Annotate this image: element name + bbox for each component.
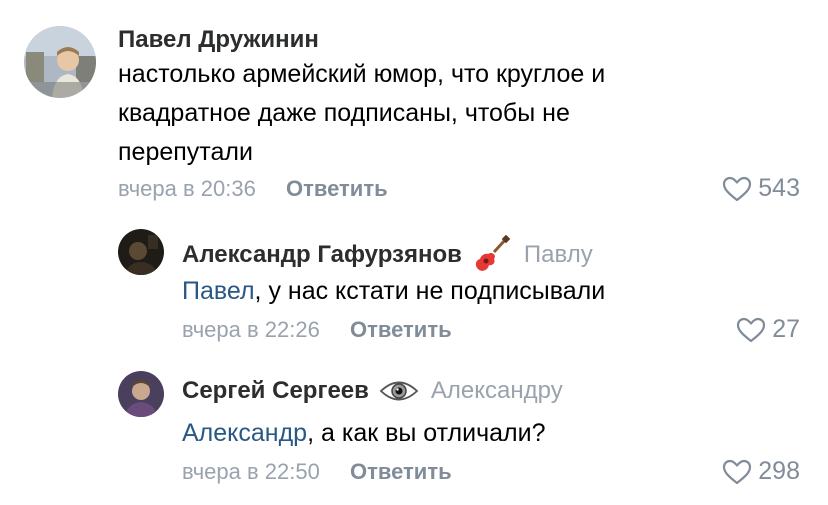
reply-to-name[interactable]: Павлу (524, 241, 593, 269)
comment-text: Павел, у нас кстати не подписывали (182, 272, 605, 311)
guitar-icon (472, 235, 512, 275)
author-name[interactable]: Александр Гафурзянов (182, 241, 462, 269)
comment-time[interactable]: вчера в 20:36 (118, 176, 256, 201)
comment-text: настолько армейский юмор, что круглое и … (118, 55, 758, 172)
mention-link[interactable]: Александр (182, 419, 307, 447)
like-button[interactable]: 27 (736, 315, 800, 344)
comment-text-body: , у нас кстати не подписывали (254, 277, 606, 305)
mention-link[interactable]: Павел (182, 277, 255, 305)
comment-author[interactable]: Александр Гафурзянов Павлу (182, 235, 593, 275)
comment-text: Александр, а как вы отличали? (182, 414, 546, 453)
like-button[interactable]: 543 (722, 174, 800, 203)
heart-outline-icon (736, 317, 766, 343)
like-count: 298 (758, 457, 800, 485)
heart-outline-icon (722, 459, 752, 485)
comment-text-body: , а как вы отличали? (307, 419, 546, 447)
reply-button[interactable]: Ответить (350, 317, 452, 342)
author-name[interactable]: Павел Дружинин (118, 26, 319, 54)
like-button[interactable]: 298 (722, 457, 800, 486)
avatar[interactable] (118, 229, 164, 275)
avatar[interactable] (118, 371, 164, 417)
author-name[interactable]: Сергей Сергеев (182, 377, 369, 405)
like-count: 543 (758, 174, 800, 202)
comment-time[interactable]: вчера в 22:26 (182, 317, 320, 342)
comment-time[interactable]: вчера в 22:50 (182, 459, 320, 484)
comment-meta: вчера в 20:36 Ответить (118, 176, 388, 202)
comment-author[interactable]: Павел Дружинин (118, 26, 319, 54)
comment-text-line: квадратное даже подписаны, чтобы не (118, 99, 570, 127)
reply-button[interactable]: Ответить (350, 459, 452, 484)
comment-author[interactable]: Сергей Сергеев Александру (182, 377, 563, 405)
comment-text-line: перепутали (118, 138, 253, 166)
heart-outline-icon (722, 176, 752, 202)
comment-text-line: настолько армейский юмор, что круглое и (118, 60, 606, 88)
comment-meta: вчера в 22:26 Ответить (182, 317, 452, 343)
reply-button[interactable]: Ответить (286, 176, 388, 201)
reply-to-name[interactable]: Александру (431, 377, 563, 405)
like-count: 27 (772, 315, 800, 343)
eye-icon (379, 378, 419, 404)
comment-meta: вчера в 22:50 Ответить (182, 459, 452, 485)
avatar[interactable] (24, 26, 96, 98)
